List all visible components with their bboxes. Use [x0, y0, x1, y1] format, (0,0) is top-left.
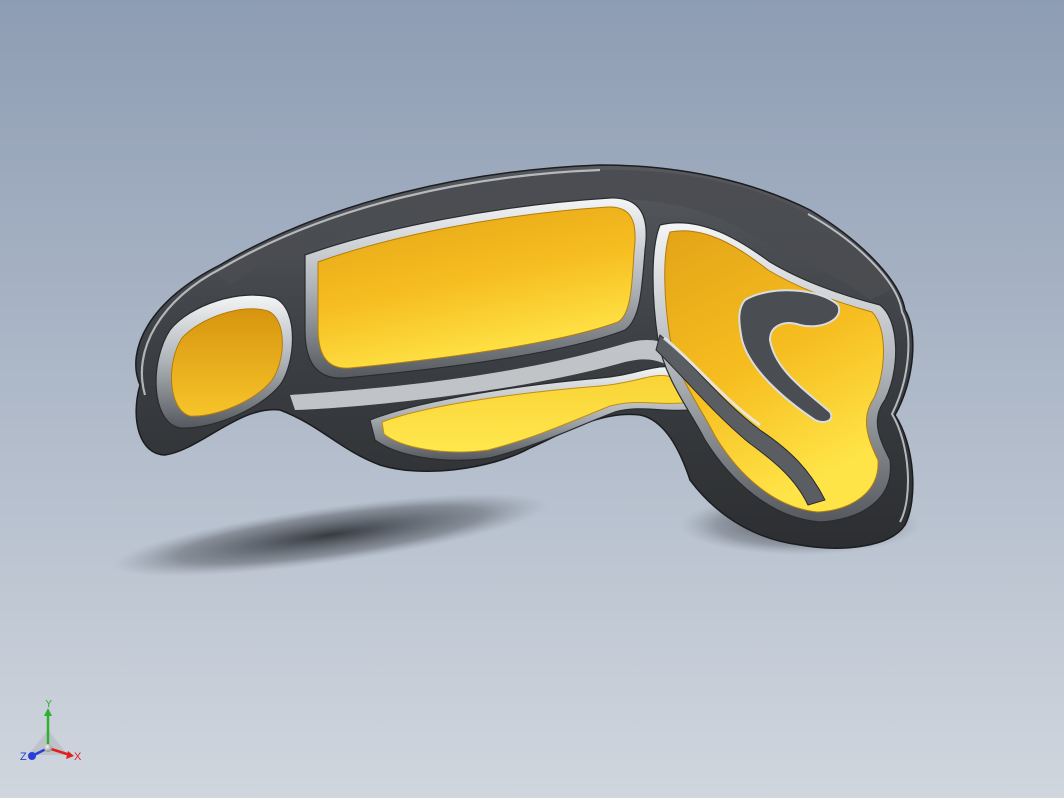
- y-axis-label: Y: [45, 700, 53, 710]
- graphics-viewport[interactable]: Y X Z: [0, 0, 1064, 798]
- model-scene[interactable]: [0, 0, 1064, 798]
- z-axis-ball: [28, 752, 36, 760]
- x-axis-arrow: [66, 751, 74, 759]
- view-triad[interactable]: Y X Z: [18, 700, 88, 772]
- z-axis-label: Z: [20, 751, 27, 763]
- triad-origin: [44, 744, 52, 752]
- x-axis-label: X: [74, 751, 82, 763]
